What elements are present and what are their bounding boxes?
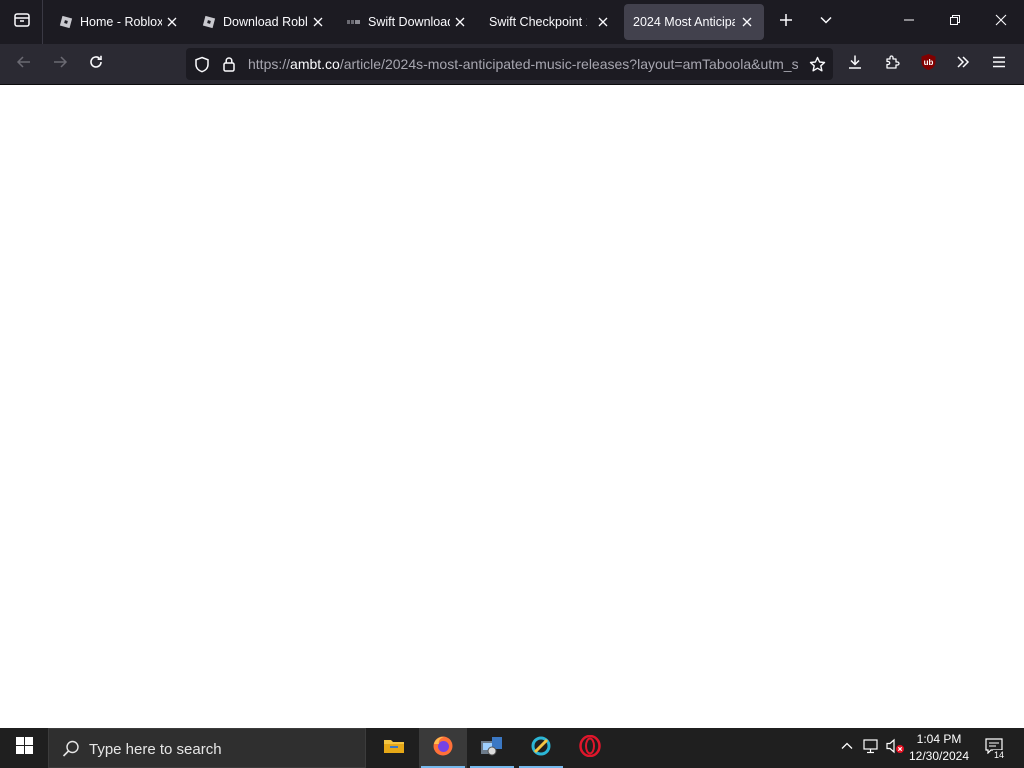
- minimize-icon: [903, 13, 915, 31]
- close-tab-icon[interactable]: [310, 14, 326, 30]
- chevron-up-icon: [841, 739, 853, 757]
- url-scheme: https://: [248, 56, 291, 72]
- ublock-shield-icon: ub: [920, 53, 937, 76]
- close-icon: [995, 13, 1007, 31]
- divider: [42, 0, 43, 44]
- url-text[interactable]: https://ambt.co/article/2024s-most-antic…: [248, 56, 798, 72]
- ublock-origin-button[interactable]: ub: [911, 47, 945, 81]
- restore-icon: [949, 13, 961, 31]
- close-tab-icon[interactable]: [452, 14, 468, 30]
- roblox-icon: [201, 14, 217, 30]
- tab-swift-checkpoint[interactable]: Swift Checkpoint 1: [481, 4, 611, 40]
- minimize-button[interactable]: [886, 0, 932, 44]
- arrow-left-icon: [16, 54, 32, 75]
- reload-button[interactable]: [79, 47, 113, 81]
- installer-icon: [480, 735, 504, 762]
- navigation-toolbar: https://ambt.co/article/2024s-most-antic…: [0, 44, 1024, 106]
- network-disconnected-icon: [862, 738, 880, 759]
- svg-text:ub: ub: [923, 58, 933, 67]
- hamburger-menu-icon: [991, 54, 1007, 75]
- file-explorer-icon: [383, 737, 405, 760]
- downloads-button[interactable]: [838, 47, 872, 81]
- roblox-icon: [58, 14, 74, 30]
- tab-swift-download[interactable]: Swift Download: [338, 4, 468, 40]
- star-bookmark-icon[interactable]: [808, 55, 826, 73]
- app-menu-button[interactable]: [982, 47, 1016, 81]
- tab-list-button[interactable]: [0, 0, 43, 44]
- tab-strip: Home - Roblox Download Roblox Swift Down…: [0, 0, 1024, 44]
- extensions-button[interactable]: [875, 47, 909, 81]
- list-all-tabs-button[interactable]: [808, 4, 844, 40]
- download-icon: [847, 54, 863, 75]
- chevron-down-icon: [819, 13, 833, 32]
- windows-taskbar: Type here to search 1:04 PM 12/30/2024 1…: [0, 728, 1024, 768]
- browser-app-icon: [530, 735, 552, 762]
- close-window-button[interactable]: [978, 0, 1024, 44]
- taskbar-browser-app[interactable]: [517, 728, 565, 768]
- start-button[interactable]: [0, 728, 48, 768]
- back-button[interactable]: [7, 47, 41, 81]
- search-icon: [61, 739, 81, 759]
- search-placeholder: Type here to search: [89, 741, 222, 758]
- tab-title: 2024 Most Anticipated: [633, 15, 735, 29]
- close-tab-icon[interactable]: [739, 14, 755, 30]
- notification-count-badge: 14: [993, 750, 1006, 760]
- web-page-content: [0, 85, 1024, 728]
- tab-title: Home - Roblox: [80, 15, 162, 29]
- taskbar-search-box[interactable]: Type here to search: [48, 728, 366, 768]
- arrow-right-icon: [52, 54, 68, 75]
- tab-home-roblox[interactable]: Home - Roblox: [50, 4, 180, 40]
- double-chevron-right-icon: [955, 54, 971, 75]
- taskbar-installer[interactable]: [468, 728, 516, 768]
- swift-icon: [346, 14, 362, 30]
- new-tab-button[interactable]: [768, 4, 804, 40]
- taskbar-file-explorer[interactable]: [370, 728, 418, 768]
- taskbar-opera[interactable]: [566, 728, 614, 768]
- more-tools-button[interactable]: [946, 47, 980, 81]
- shield-icon[interactable]: [193, 55, 211, 73]
- address-bar[interactable]: https://ambt.co/article/2024s-most-antic…: [186, 48, 833, 80]
- tab-2024-most-anticipated[interactable]: 2024 Most Anticipated: [624, 4, 764, 40]
- tab-title: Swift Download: [368, 15, 450, 29]
- close-tab-icon[interactable]: [164, 14, 180, 30]
- folder-tabs-icon: [13, 11, 31, 34]
- action-center-button[interactable]: [980, 728, 1008, 768]
- url-host: ambt.co: [290, 56, 340, 72]
- tab-download-roblox[interactable]: Download Roblox: [193, 4, 326, 40]
- tab-title: Download Roblox: [223, 15, 308, 29]
- taskbar-clock[interactable]: 1:04 PM 12/30/2024: [902, 731, 976, 765]
- plus-icon: [779, 13, 793, 32]
- windows-logo-icon: [15, 737, 33, 759]
- restore-button[interactable]: [932, 0, 978, 44]
- puzzle-piece-icon: [884, 54, 900, 75]
- forward-button[interactable]: [43, 47, 77, 81]
- taskbar-firefox[interactable]: [419, 728, 467, 768]
- lock-icon[interactable]: [220, 55, 238, 73]
- close-tab-icon[interactable]: [595, 14, 611, 30]
- tab-title: Swift Checkpoint 1: [489, 15, 587, 29]
- clock-date: 12/30/2024: [908, 749, 970, 763]
- url-path: /article/2024s-most-anticipated-music-re…: [339, 56, 798, 72]
- show-hidden-icons-button[interactable]: [837, 728, 857, 768]
- firefox-icon: [432, 735, 454, 762]
- reload-icon: [88, 54, 104, 75]
- clock-time: 1:04 PM: [916, 732, 962, 746]
- network-status-button[interactable]: [860, 728, 882, 768]
- opera-icon: [579, 734, 601, 762]
